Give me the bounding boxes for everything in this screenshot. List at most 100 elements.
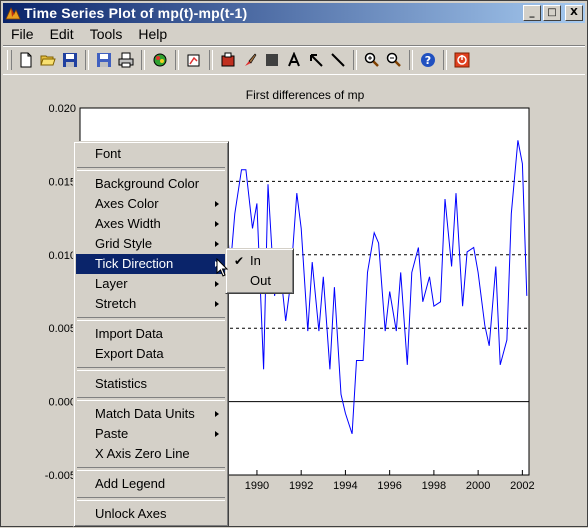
- context-menu-item-label: Background Color: [95, 176, 200, 191]
- maximize-button[interactable]: □: [543, 5, 561, 21]
- brush-icon[interactable]: [239, 49, 261, 71]
- context-menu-item-label: Import Data: [95, 326, 163, 341]
- x-tick-label: 1990: [245, 480, 269, 492]
- zoom-in-icon[interactable]: [361, 49, 383, 71]
- toolbar-separator: [209, 50, 213, 70]
- x-tick-label: 1996: [377, 480, 401, 492]
- context-menu-item-axes-color[interactable]: Axes Color: [76, 194, 226, 214]
- submenu-item-out[interactable]: Out: [228, 271, 291, 291]
- context-menu-item-label: Paste: [95, 426, 129, 441]
- axes-context-menu: Font Background Color Axes Color Axes Width…: [73, 141, 229, 527]
- toolbar-separator: [175, 50, 179, 70]
- submenu-arrow-icon: [215, 411, 219, 417]
- graph-palette-icon[interactable]: [149, 49, 171, 71]
- menu-bar: File Edit Tools Help: [3, 24, 585, 43]
- menu-help[interactable]: Help: [130, 26, 175, 42]
- y-tick-label: 0.015: [48, 176, 76, 188]
- zoom-out-icon[interactable]: [383, 49, 405, 71]
- menu-separator: [77, 167, 225, 171]
- context-menu-item-label: Grid Style: [95, 236, 153, 251]
- submenu-arrow-icon: [215, 221, 219, 227]
- toolbar-separator: [353, 50, 357, 70]
- context-menu-item-label: Statistics: [95, 376, 148, 391]
- context-menu-item-tick-direction[interactable]: Tick Direction: [76, 254, 226, 274]
- window-title: Time Series Plot of mp(t)-mp(t-1): [24, 5, 248, 21]
- y-tick-label: 0.010: [48, 250, 76, 262]
- close-plot-icon[interactable]: [451, 49, 473, 71]
- context-menu-item-unlock-axes[interactable]: Unlock Axes: [76, 504, 226, 524]
- y-tick-label: 0.000: [48, 397, 76, 409]
- print-icon[interactable]: [115, 49, 137, 71]
- context-menu-item-background-color[interactable]: Background Color: [76, 174, 226, 194]
- context-menu-item-label: Add Legend: [95, 476, 166, 491]
- mouse-cursor-icon: [216, 258, 229, 277]
- context-menu-item-statistics[interactable]: Statistics: [76, 374, 226, 394]
- context-menu-item-axes-width[interactable]: Axes Width: [76, 214, 226, 234]
- submenu-arrow-icon: [215, 431, 219, 437]
- y-tick-label: 0.005: [48, 323, 76, 335]
- open-folder-icon[interactable]: [37, 49, 59, 71]
- chart-title: First differences of mp: [246, 88, 365, 102]
- app-icon: [5, 7, 21, 20]
- context-menu-item-font[interactable]: Font: [76, 144, 226, 164]
- context-menu-item-add-legend[interactable]: Add Legend: [76, 474, 226, 494]
- menu-separator: [77, 367, 225, 371]
- menu-separator: [77, 467, 225, 471]
- reset-view-icon[interactable]: [183, 49, 205, 71]
- context-menu-item-label: Font: [95, 146, 122, 161]
- context-menu-item-stretch[interactable]: Stretch: [76, 294, 226, 314]
- menu-separator: [77, 497, 225, 501]
- context-menu-item-label: Layer: [95, 276, 128, 291]
- context-menu-item-match-data-units[interactable]: Match Data Units: [76, 404, 226, 424]
- context-menu-item-export-data[interactable]: Export Data: [76, 344, 226, 364]
- toolbar-separator: [443, 50, 447, 70]
- menu-file[interactable]: File: [3, 26, 42, 42]
- submenu-arrow-icon: [215, 201, 219, 207]
- toolbar-grip[interactable]: [7, 50, 12, 70]
- x-tick-label: 1994: [333, 480, 357, 492]
- submenu-item-in[interactable]: ✔ In: [228, 251, 291, 271]
- submenu-arrow-icon: [215, 301, 219, 307]
- data-icon[interactable]: [217, 49, 239, 71]
- new-file-icon[interactable]: [15, 49, 37, 71]
- context-menu-item-label: Match Data Units: [95, 406, 195, 421]
- context-menu-item-label: Axes Color: [95, 196, 159, 211]
- arrow-icon[interactable]: [305, 49, 327, 71]
- context-menu-item-grid-style[interactable]: Grid Style: [76, 234, 226, 254]
- x-tick-label: 2002: [510, 480, 534, 492]
- context-menu-item-label: Stretch: [95, 296, 137, 311]
- title-bar[interactable]: Time Series Plot of mp(t)-mp(t-1) _ □ X: [3, 3, 585, 23]
- x-tick-label: 1998: [422, 480, 446, 492]
- context-menu-item-label: Axes Width: [95, 216, 161, 231]
- context-menu-item-x-axis-zero-line[interactable]: X Axis Zero Line: [76, 444, 226, 464]
- app-window: Time Series Plot of mp(t)-mp(t-1) _ □ X …: [0, 0, 588, 527]
- save-icon[interactable]: [59, 49, 81, 71]
- menu-tools[interactable]: Tools: [82, 26, 131, 42]
- save-as-icon[interactable]: [93, 49, 115, 71]
- help-icon[interactable]: ?: [417, 49, 439, 71]
- tick-direction-submenu: ✔ In Out: [225, 248, 294, 294]
- x-tick-label: 1992: [289, 480, 313, 492]
- context-menu-item-paste[interactable]: Paste: [76, 424, 226, 444]
- toolbar-separator: [141, 50, 145, 70]
- menu-edit[interactable]: Edit: [42, 26, 82, 42]
- x-tick-label: 2000: [466, 480, 490, 492]
- close-button[interactable]: X: [565, 5, 583, 21]
- context-menu-item-label: Unlock Axes: [95, 506, 167, 521]
- y-tick-label: 0.020: [48, 103, 76, 115]
- submenu-arrow-icon: [215, 281, 219, 287]
- minimize-button[interactable]: _: [523, 5, 541, 21]
- toolbar-separator: [409, 50, 413, 70]
- context-menu-item-import-data[interactable]: Import Data: [76, 324, 226, 344]
- context-menu-item-label: Export Data: [95, 346, 164, 361]
- square-icon[interactable]: [261, 49, 283, 71]
- context-menu-item-label: X Axis Zero Line: [95, 446, 190, 461]
- line-icon[interactable]: [327, 49, 349, 71]
- menu-separator: [77, 317, 225, 321]
- context-menu-item-label: Tick Direction: [95, 256, 174, 271]
- text-icon[interactable]: [283, 49, 305, 71]
- context-menu-item-layer[interactable]: Layer: [76, 274, 226, 294]
- svg-text:?: ?: [425, 54, 431, 67]
- submenu-item-label: In: [250, 253, 261, 268]
- y-tick-label: -0.005: [45, 470, 76, 482]
